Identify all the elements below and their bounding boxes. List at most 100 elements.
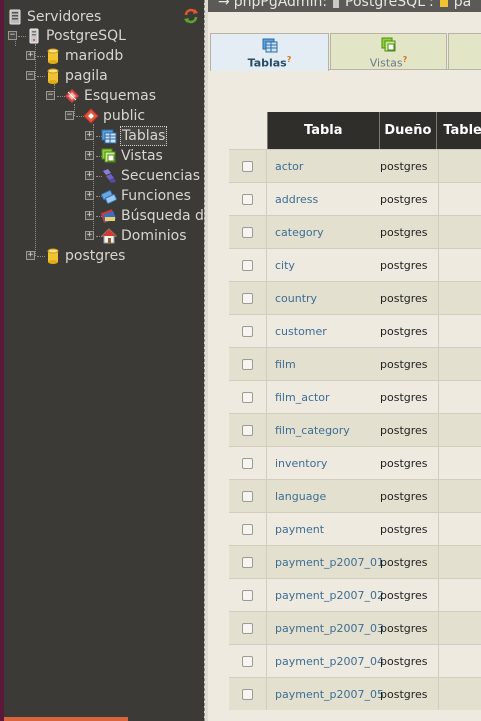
tree-node-domains[interactable]: Dominios — [100, 226, 188, 246]
table-row[interactable]: film_actor postgres — [229, 380, 481, 413]
expand-icon[interactable]: + — [85, 211, 94, 220]
row-checkbox[interactable] — [242, 193, 253, 205]
table-row[interactable]: payment_p2007_02 postgres — [229, 578, 481, 611]
tab-tables[interactable]: Tablas? — [210, 33, 329, 71]
tab-more[interactable] — [448, 33, 481, 70]
breadcrumb: → phpPgAdmin: PostgreSQL : pa — [218, 0, 471, 10]
tab-views[interactable]: Vistas? — [330, 33, 447, 70]
table-row[interactable]: country postgres — [229, 281, 481, 314]
expand-icon[interactable]: + — [26, 51, 35, 60]
table-row[interactable]: customer postgres — [229, 314, 481, 347]
row-checkbox[interactable] — [242, 655, 253, 667]
tree-node-views[interactable]: Vistas — [101, 146, 164, 166]
table-row[interactable]: film_category postgres — [229, 413, 481, 446]
table-name-link[interactable]: actor — [267, 160, 380, 173]
tree-node-fulltext-search[interactable]: Búsqueda de — [100, 206, 204, 226]
table-row[interactable]: address postgres — [229, 182, 481, 215]
table-name-link[interactable]: film_actor — [267, 391, 380, 404]
row-checkbox[interactable] — [242, 259, 253, 271]
expand-icon[interactable]: + — [85, 231, 94, 240]
table-header: Tabla Dueño Tables — [267, 112, 481, 149]
row-checkbox[interactable] — [242, 391, 253, 403]
table-row[interactable]: payment postgres — [229, 512, 481, 545]
table-row[interactable]: film postgres — [229, 347, 481, 380]
tablespace-cell — [438, 216, 481, 248]
table-name-link[interactable]: payment_p2007_03 — [267, 622, 384, 635]
table-name-link[interactable]: payment_p2007_01 — [267, 556, 384, 569]
table-row[interactable]: payment_p2007_04 postgres — [229, 644, 481, 677]
table-name-link[interactable]: category — [267, 226, 380, 239]
tree-node-database[interactable]: postgres — [45, 246, 126, 266]
row-checkbox[interactable] — [242, 292, 253, 304]
table-row[interactable]: payment_p2007_03 postgres — [229, 611, 481, 644]
row-checkbox[interactable] — [242, 325, 253, 337]
collapse-icon[interactable]: − — [46, 91, 55, 100]
book-search-icon — [100, 208, 117, 224]
expand-icon[interactable]: + — [85, 191, 94, 200]
help-icon[interactable]: ? — [287, 55, 292, 64]
tree-node-database[interactable]: pagila — [45, 66, 109, 86]
row-select-cell — [229, 645, 267, 677]
collapse-icon[interactable]: − — [8, 31, 17, 40]
table-row[interactable]: payment_p2007_01 postgres — [229, 545, 481, 578]
row-checkbox[interactable] — [242, 160, 253, 172]
tree-node-functions[interactable]: Funciones — [101, 186, 192, 206]
row-checkbox[interactable] — [242, 622, 253, 634]
header-tablespace[interactable]: Tables — [437, 112, 481, 149]
database-label: mariodb — [65, 48, 124, 64]
row-checkbox[interactable] — [242, 688, 253, 700]
expand-icon[interactable]: + — [26, 251, 35, 260]
database-label: pagila — [65, 68, 108, 84]
table-row[interactable]: inventory postgres — [229, 446, 481, 479]
table-name-link[interactable]: payment_p2007_02 — [267, 589, 384, 602]
expand-icon[interactable]: + — [85, 131, 94, 140]
table-row[interactable]: actor postgres — [229, 149, 481, 182]
row-checkbox[interactable] — [242, 424, 253, 436]
table-name-link[interactable]: language — [267, 490, 380, 503]
table-name-link[interactable]: country — [267, 292, 380, 305]
tree-node-database[interactable]: mariodb — [45, 46, 124, 66]
table-name-link[interactable]: payment_p2007_04 — [267, 655, 384, 668]
row-checkbox[interactable] — [242, 523, 253, 535]
table-name-link[interactable]: customer — [267, 325, 380, 338]
refresh-icon[interactable] — [183, 8, 199, 24]
row-checkbox[interactable] — [242, 556, 253, 568]
table-owner: postgres — [380, 357, 428, 371]
expand-icon[interactable]: + — [85, 151, 94, 160]
header-owner[interactable]: Dueño — [380, 112, 438, 149]
row-checkbox[interactable] — [242, 226, 253, 238]
table-name-link[interactable]: payment — [267, 523, 380, 536]
table-name-link[interactable]: payment_p2007_05 — [267, 688, 384, 701]
table-row[interactable]: city postgres — [229, 248, 481, 281]
tree-node-sequences[interactable]: Secuencias — [101, 166, 201, 186]
header-table[interactable]: Tabla — [267, 112, 380, 149]
schemas-icon — [64, 88, 80, 104]
collapse-icon[interactable]: − — [65, 111, 74, 120]
table-row[interactable]: language postgres — [229, 479, 481, 512]
table-name-link[interactable]: film — [267, 358, 380, 371]
help-icon[interactable]: ? — [403, 55, 408, 64]
row-checkbox[interactable] — [242, 589, 253, 601]
row-checkbox[interactable] — [242, 490, 253, 502]
tablespace-cell — [438, 348, 481, 380]
tree-node-schema[interactable]: public — [83, 106, 146, 126]
collapse-icon[interactable]: − — [26, 71, 35, 80]
breadcrumb-database[interactable]: pa — [454, 0, 471, 10]
table-name-link[interactable]: address — [267, 193, 380, 206]
table-owner: postgres — [380, 654, 428, 668]
table-name-link[interactable]: inventory — [267, 457, 380, 470]
table-row[interactable]: payment_p2007_05 postgres — [229, 677, 481, 710]
tree-node-schemas[interactable]: Esquemas — [64, 86, 157, 106]
table-row[interactable]: category postgres — [229, 215, 481, 248]
row-checkbox[interactable] — [242, 358, 253, 370]
expand-icon[interactable]: + — [85, 171, 94, 180]
table-name-link[interactable]: film_category — [267, 424, 380, 437]
tablespace-cell — [438, 612, 481, 644]
tree-node-servers[interactable]: Servidores — [7, 7, 102, 27]
table-name-link[interactable]: city — [267, 259, 380, 272]
tree-node-tables[interactable]: Tablas — [101, 126, 168, 146]
tree-node-server[interactable]: PostgreSQL — [26, 26, 127, 46]
breadcrumb-server[interactable]: PostgreSQL — [345, 0, 425, 10]
breadcrumb-app[interactable]: phpPgAdmin: — [234, 0, 327, 10]
row-checkbox[interactable] — [242, 457, 253, 469]
